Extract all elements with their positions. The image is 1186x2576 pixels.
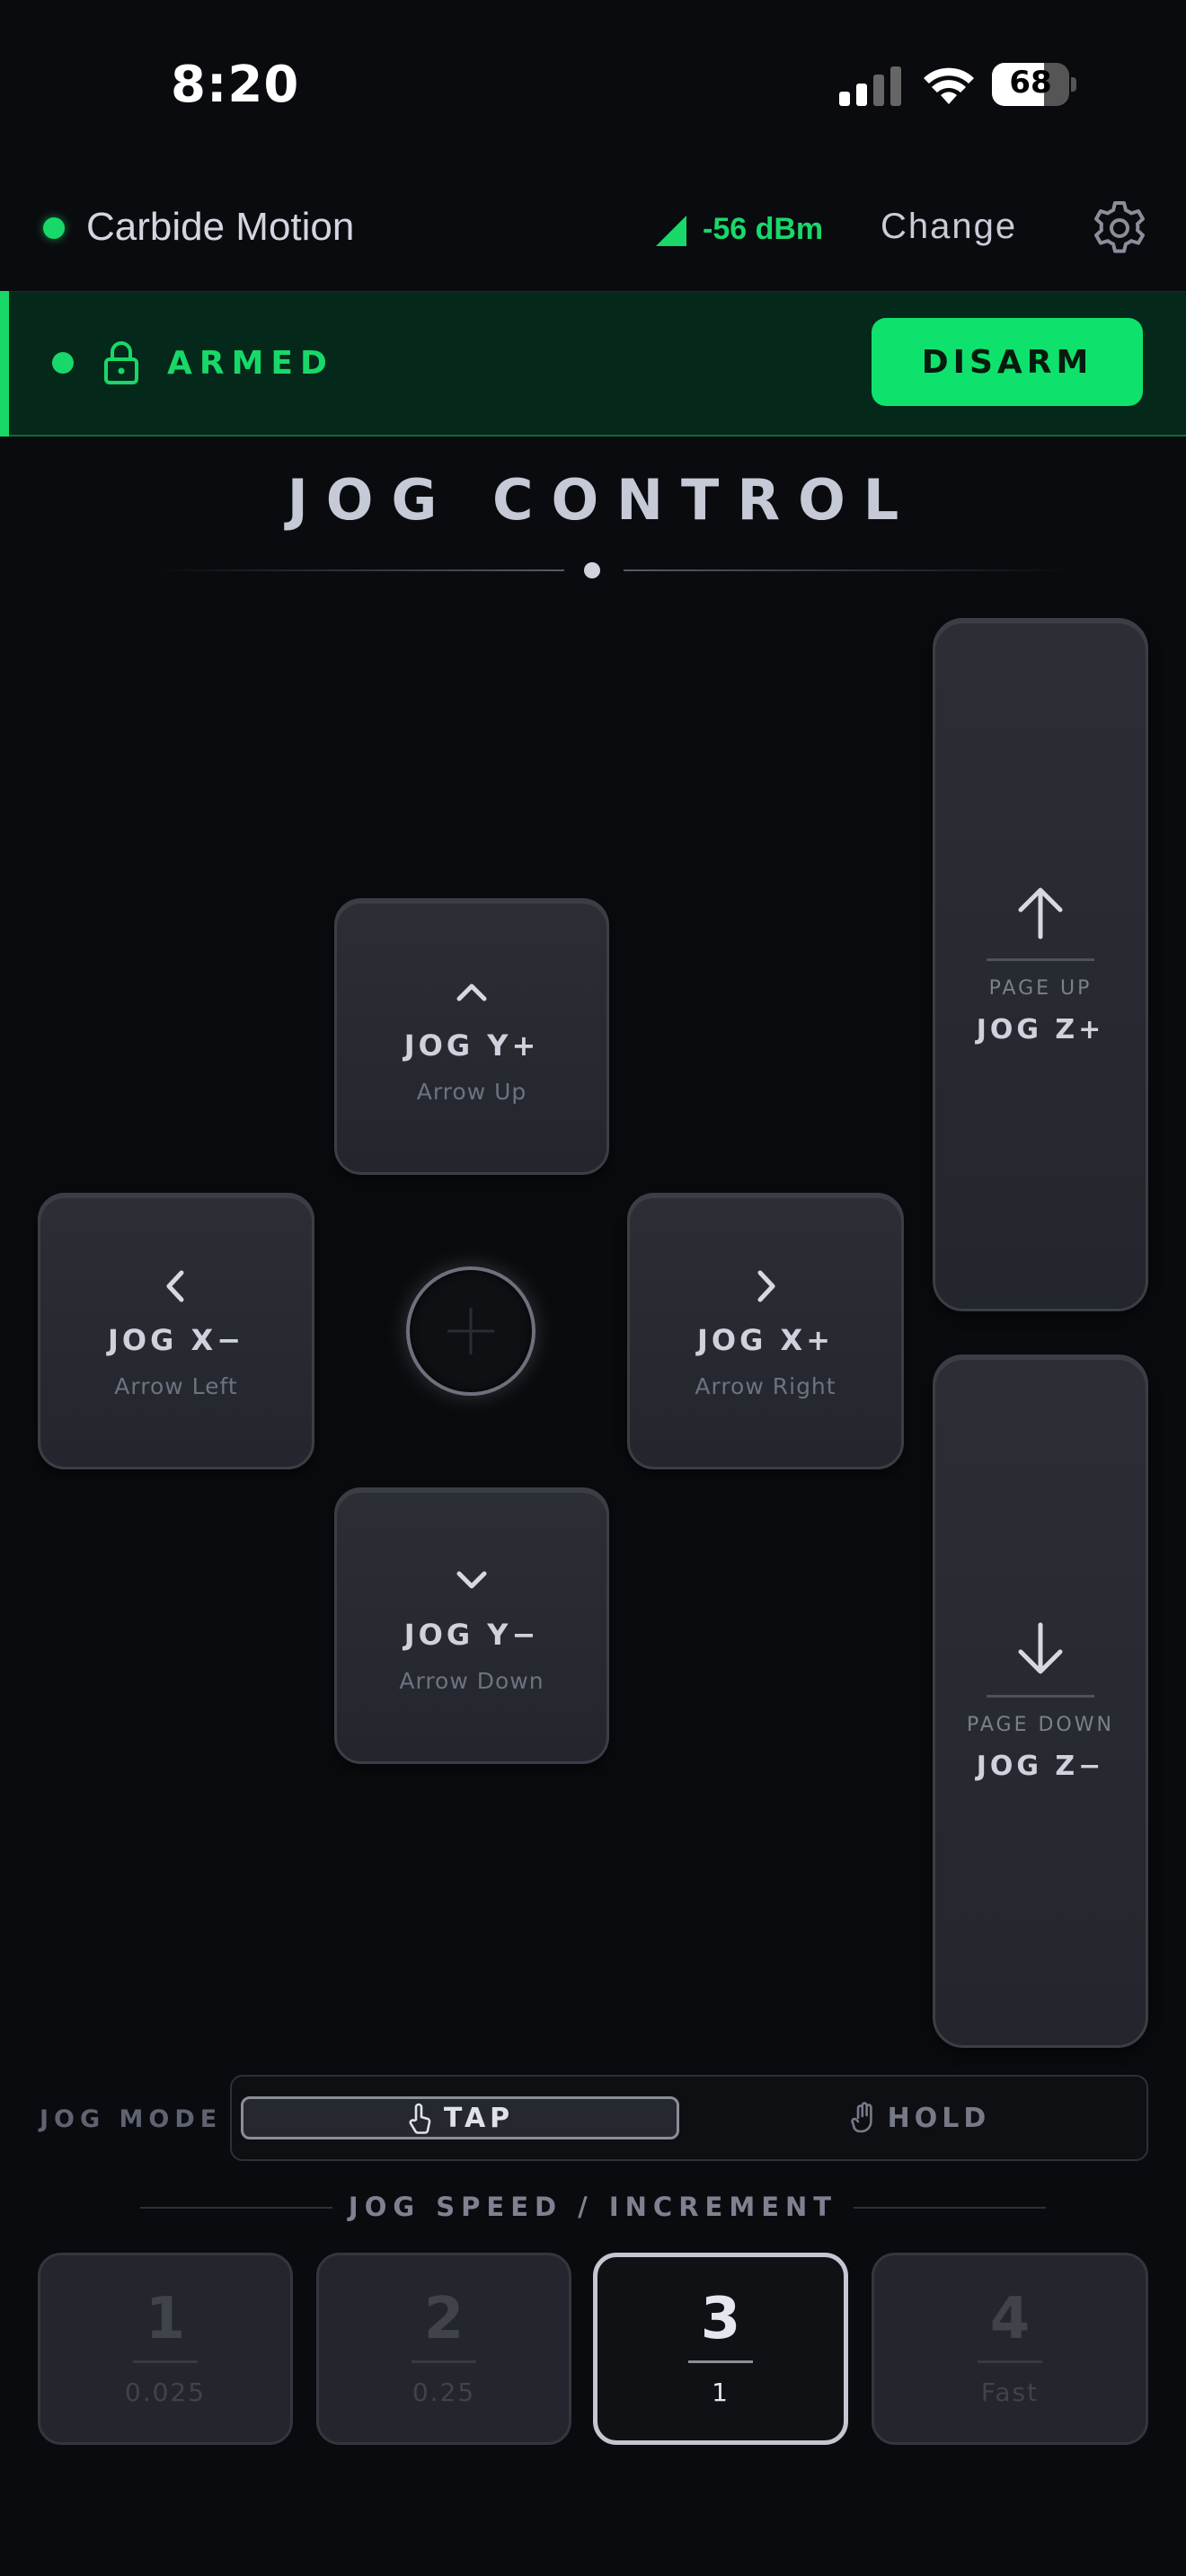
arrow-up-icon (1018, 887, 1063, 939)
rssi-value: -56 dBm (703, 212, 824, 246)
crosshair-icon (447, 1308, 494, 1354)
title-divider-dot (584, 562, 600, 578)
speed-option-value: 0.25 (412, 2378, 476, 2407)
chevron-right-icon (757, 1270, 775, 1301)
speed-option-divider (412, 2360, 476, 2363)
jog-z-plus-label: JOG Z+ (976, 1013, 1105, 1045)
speed-option-1[interactable]: 1 0.025 (38, 2253, 293, 2445)
battery-percent: 68 (1009, 65, 1052, 101)
jog-x-plus-button[interactable]: JOG X+ Arrow Right (627, 1193, 904, 1469)
speed-option-2[interactable]: 2 0.25 (316, 2253, 571, 2445)
jog-mode-label: JOG MODE (40, 2105, 223, 2133)
title-divider-left (153, 569, 564, 571)
jog-x-plus-shortcut: Arrow Right (695, 1372, 836, 1399)
speed-option-number: 2 (423, 2286, 465, 2352)
armed-banner-accent (0, 291, 9, 437)
speed-option-3[interactable]: 3 1 (593, 2253, 848, 2445)
jog-z-minus-label: JOG Z− (976, 1750, 1105, 1782)
jog-z-plus-button[interactable]: PAGE UP JOG Z+ (933, 618, 1148, 1311)
disarm-button[interactable]: DISARM (872, 318, 1143, 406)
jog-x-minus-button[interactable]: JOG X− Arrow Left (38, 1193, 314, 1469)
armed-status-dot (52, 352, 74, 374)
speed-option-value: Fast (980, 2378, 1040, 2407)
speed-option-divider (978, 2360, 1042, 2363)
armed-status-label: ARMED (167, 345, 334, 382)
jog-y-plus-label: JOG Y+ (403, 1028, 540, 1063)
lock-icon (104, 341, 138, 384)
speed-option-divider (688, 2360, 753, 2363)
jog-mode-tap-option[interactable]: TAP (241, 2096, 679, 2139)
tap-finger-icon (409, 2103, 431, 2134)
chevron-left-icon (166, 1270, 184, 1301)
speed-option-divider (133, 2360, 198, 2363)
speed-option-4[interactable]: 4 Fast (872, 2253, 1148, 2445)
page-title: JOG CONTROL (287, 467, 917, 533)
chevron-up-icon (456, 984, 487, 1001)
jog-y-minus-label: JOG Y− (403, 1617, 540, 1652)
arrow-down-icon (1018, 1622, 1063, 1673)
hand-icon (850, 2102, 872, 2133)
jog-x-plus-label: JOG X+ (697, 1322, 834, 1357)
chevron-down-icon (456, 1571, 487, 1588)
speed-option-value: 1 (712, 2378, 730, 2407)
battery-tip (1071, 77, 1076, 92)
machine-name: Carbide Motion (86, 205, 355, 249)
speed-option-value: 0.025 (124, 2378, 207, 2407)
jog-center-button[interactable] (406, 1266, 535, 1396)
change-connection-button[interactable]: Change (881, 207, 1017, 247)
jog-y-minus-shortcut: Arrow Down (399, 1667, 544, 1694)
jog-z-plus-shortcut: PAGE UP (988, 976, 1093, 1000)
jog-x-minus-label: JOG X− (108, 1322, 244, 1357)
jog-y-plus-shortcut: Arrow Up (416, 1078, 527, 1105)
speed-option-number: 1 (145, 2286, 186, 2352)
signal-strength-icon (656, 216, 686, 246)
jog-y-plus-button[interactable]: JOG Y+ Arrow Up (334, 898, 609, 1175)
speed-divider-right (854, 2207, 1046, 2209)
speed-option-number: 4 (989, 2286, 1031, 2352)
title-divider-right (624, 569, 1073, 571)
wifi-icon (924, 67, 974, 104)
status-time: 8:20 (171, 56, 300, 114)
jog-mode-tap-label: TAP (443, 2102, 515, 2134)
battery-indicator: 68 (992, 63, 1069, 106)
jog-x-minus-shortcut: Arrow Left (114, 1372, 238, 1399)
jog-mode-hold-option[interactable]: HOLD (701, 2096, 1139, 2139)
jog-mode-hold-label: HOLD (887, 2102, 991, 2134)
speed-option-number: 3 (700, 2286, 741, 2352)
jog-z-minus-shortcut: PAGE DOWN (967, 1713, 1114, 1736)
gear-icon[interactable] (1091, 199, 1148, 257)
z-plus-divider (987, 957, 1094, 961)
jog-y-minus-button[interactable]: JOG Y− Arrow Down (334, 1487, 609, 1764)
z-minus-divider (987, 1694, 1094, 1698)
connection-status-dot (43, 217, 65, 239)
jog-z-minus-button[interactable]: PAGE DOWN JOG Z− (933, 1354, 1148, 2048)
cellular-signal-icon (839, 66, 901, 106)
